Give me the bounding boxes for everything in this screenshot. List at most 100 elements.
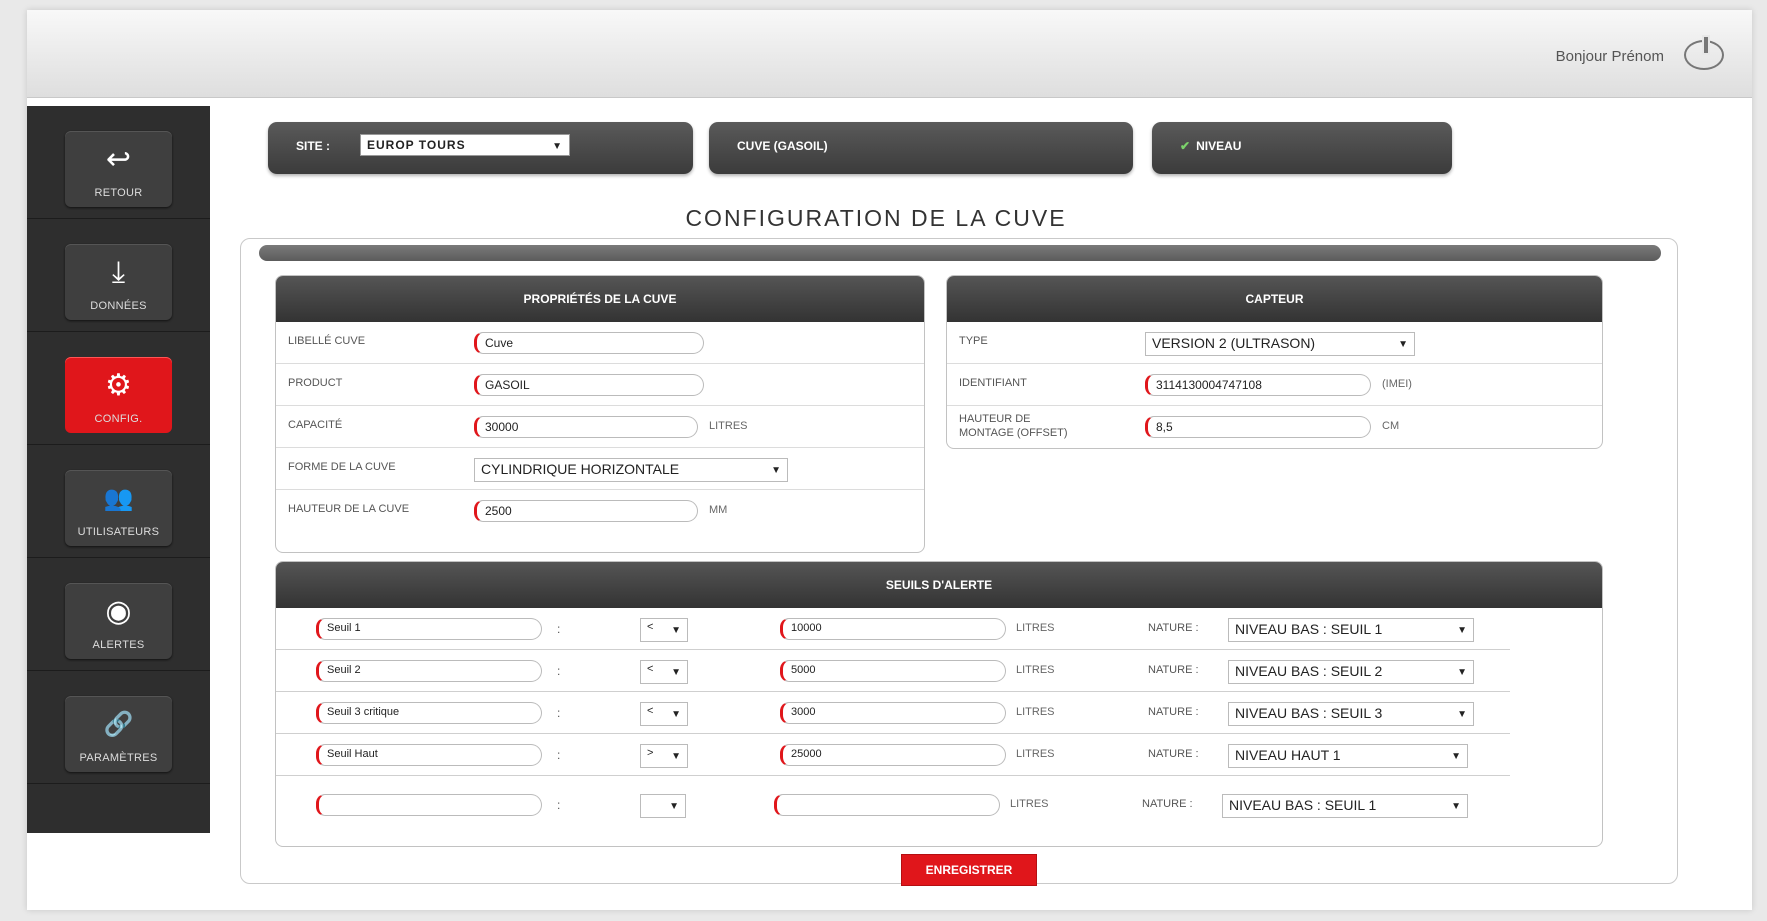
type-select[interactable]: VERSION 2 (ULTRASON) ▼ bbox=[1145, 332, 1415, 356]
nature-label: NATURE : bbox=[1148, 706, 1199, 718]
threshold-unit: LITRES bbox=[1016, 706, 1055, 718]
threshold-operator-select[interactable]: < ▼ bbox=[640, 618, 688, 642]
nature-select[interactable]: NIVEAU HAUT 1 ▼ bbox=[1228, 744, 1468, 768]
threshold-operator-select[interactable]: < ▼ bbox=[640, 702, 688, 726]
threshold-row: Seuil 2 : < ▼ 5000 LITRES NATURE : NIVEAU… bbox=[276, 650, 1510, 692]
level-pill[interactable]: ✔ NIVEAU bbox=[1152, 122, 1452, 174]
back-arrow-icon: ↩ bbox=[105, 143, 132, 176]
nature-select[interactable]: NIVEAU BAS : SEUIL 1 ▼ bbox=[1222, 794, 1468, 818]
sidebar-item-donnees[interactable]: ⤓ DONNÉES bbox=[27, 219, 210, 332]
sidebar-item-label: DONNÉES bbox=[90, 300, 147, 312]
threshold-name-input[interactable]: Seuil 3 critique bbox=[316, 702, 542, 724]
nature-select-value: NIVEAU HAUT 1 bbox=[1235, 747, 1341, 763]
type-label: TYPE bbox=[959, 335, 988, 347]
sidebar-item-retour[interactable]: ↩ RETOUR bbox=[27, 106, 210, 219]
threshold-value-input[interactable] bbox=[774, 794, 1000, 816]
threshold-name-input[interactable] bbox=[316, 794, 542, 816]
threshold-unit: LITRES bbox=[1016, 622, 1055, 634]
nature-select-value: NIVEAU BAS : SEUIL 1 bbox=[1235, 621, 1383, 637]
threshold-operator-value: < bbox=[647, 705, 654, 717]
capacite-input[interactable]: 30000 bbox=[474, 416, 698, 438]
sidebar-item-parametres[interactable]: 🔗 PARAMÈTRES bbox=[27, 671, 210, 784]
threshold-operator-value: < bbox=[647, 621, 654, 633]
threshold-unit: LITRES bbox=[1010, 798, 1049, 810]
offset-label-line-2: MONTAGE (OFFSET) bbox=[959, 427, 1068, 439]
chevron-down-icon: ▼ bbox=[669, 801, 679, 812]
sidebar-item-label: UTILISATEURS bbox=[77, 526, 160, 538]
tank-label: CUVE (GASOIL) bbox=[737, 139, 828, 153]
chevron-down-icon: ▼ bbox=[1398, 339, 1408, 350]
offset-label: HAUTEUR DE MONTAGE (OFFSET) bbox=[959, 412, 1068, 440]
users-icon: 👥 bbox=[103, 485, 134, 512]
nature-label: NATURE : bbox=[1142, 798, 1193, 810]
site-select-value: EUROP TOURS bbox=[367, 138, 466, 152]
forme-label: FORME DE LA CUVE bbox=[288, 461, 396, 473]
nature-select-value: NIVEAU BAS : SEUIL 3 bbox=[1235, 705, 1383, 721]
progress-bar bbox=[259, 245, 1661, 261]
offset-input[interactable]: 8,5 bbox=[1145, 416, 1371, 438]
nature-select-value: NIVEAU BAS : SEUIL 2 bbox=[1235, 663, 1383, 679]
identifiant-label: IDENTIFIANT bbox=[959, 377, 1027, 389]
tank-pill[interactable]: CUVE (GASOIL) bbox=[709, 122, 1133, 174]
identifiant-input[interactable]: 3114130004747108 bbox=[1145, 374, 1371, 396]
threshold-value-input[interactable]: 5000 bbox=[780, 660, 1006, 682]
threshold-operator-select[interactable]: ▼ bbox=[640, 794, 686, 818]
colon-separator: : bbox=[557, 622, 561, 636]
threshold-value-input[interactable]: 3000 bbox=[780, 702, 1006, 724]
chevron-down-icon: ▼ bbox=[1451, 801, 1461, 812]
threshold-operator-select[interactable]: < ▼ bbox=[640, 660, 688, 684]
site-select[interactable]: EUROP TOURS ▼ bbox=[360, 134, 570, 156]
nature-select[interactable]: NIVEAU BAS : SEUIL 1 ▼ bbox=[1228, 618, 1474, 642]
sidebar-item-utilisateurs[interactable]: 👥 UTILISATEURS bbox=[27, 445, 210, 558]
hauteur-input[interactable]: 2500 bbox=[474, 500, 698, 522]
page-title: CONFIGURATION DE LA CUVE bbox=[685, 205, 1067, 231]
product-label: PRODUCT bbox=[288, 377, 343, 389]
forme-select[interactable]: CYLINDRIQUE HORIZONTALE ▼ bbox=[474, 458, 788, 482]
chevron-down-icon: ▼ bbox=[552, 141, 563, 152]
colon-separator: : bbox=[557, 748, 561, 762]
power-icon[interactable] bbox=[1684, 35, 1724, 70]
nature-label: NATURE : bbox=[1148, 748, 1199, 760]
colon-separator: : bbox=[557, 798, 561, 812]
threshold-row-new: : ▼ LITRES NATURE : NIVEAU BAS : SEUIL 1… bbox=[276, 776, 1510, 826]
libelle-row: LIBELLÉ CUVE Cuve bbox=[276, 322, 924, 364]
capacite-label: CAPACITÉ bbox=[288, 419, 343, 431]
product-input[interactable]: GASOIL bbox=[474, 374, 704, 396]
sidebar-item-label: PARAMÈTRES bbox=[79, 752, 158, 764]
threshold-value-input[interactable]: 10000 bbox=[780, 618, 1006, 640]
save-button[interactable]: ENREGISTRER bbox=[901, 854, 1037, 886]
chevron-down-icon: ▼ bbox=[671, 709, 681, 720]
sensor-title: CAPTEUR bbox=[947, 276, 1602, 322]
threshold-name-input[interactable]: Seuil 1 bbox=[316, 618, 542, 640]
chevron-down-icon: ▼ bbox=[1457, 625, 1467, 636]
check-icon: ✔ bbox=[1180, 139, 1191, 153]
sidebar-item-config[interactable]: ⚙ CONFIG. bbox=[27, 332, 210, 445]
chevron-down-icon: ▼ bbox=[771, 465, 781, 476]
alert-thresholds-box: SEUILS D'ALERTE Seuil 1 : < ▼ 10000 LITRE… bbox=[275, 561, 1603, 847]
chevron-down-icon: ▼ bbox=[671, 625, 681, 636]
product-row: PRODUCT GASOIL bbox=[276, 364, 924, 406]
libelle-input[interactable]: Cuve bbox=[474, 332, 704, 354]
nature-select[interactable]: NIVEAU BAS : SEUIL 2 ▼ bbox=[1228, 660, 1474, 684]
nature-select[interactable]: NIVEAU BAS : SEUIL 3 ▼ bbox=[1228, 702, 1474, 726]
hauteur-unit: MM bbox=[709, 504, 728, 516]
threshold-name-input[interactable]: Seuil 2 bbox=[316, 660, 542, 682]
hauteur-row: HAUTEUR DE LA CUVE 2500 MM bbox=[276, 490, 924, 532]
nature-select-value: NIVEAU BAS : SEUIL 1 bbox=[1229, 797, 1377, 813]
offset-label-line-1: HAUTEUR DE bbox=[959, 413, 1031, 425]
config-panel: PROPRIÉTÉS DE LA CUVE LIBELLÉ CUVE Cuve … bbox=[240, 238, 1678, 884]
threshold-unit: LITRES bbox=[1016, 748, 1055, 760]
threshold-name-input[interactable]: Seuil Haut bbox=[316, 744, 542, 766]
nature-label: NATURE : bbox=[1148, 622, 1199, 634]
sidebar-item-alertes[interactable]: ◉ ALERTES bbox=[27, 558, 210, 671]
forme-row: FORME DE LA CUVE CYLINDRIQUE HORIZONTALE… bbox=[276, 448, 924, 490]
download-icon: ⤓ bbox=[111, 256, 126, 289]
chevron-down-icon: ▼ bbox=[1457, 667, 1467, 678]
sidebar-item-label: ALERTES bbox=[92, 639, 145, 651]
nature-label: NATURE : bbox=[1148, 664, 1199, 676]
threshold-value-input[interactable]: 25000 bbox=[780, 744, 1006, 766]
chevron-down-icon: ▼ bbox=[1457, 709, 1467, 720]
threshold-operator-select[interactable]: > ▼ bbox=[640, 744, 688, 768]
alert-thresholds-title: SEUILS D'ALERTE bbox=[276, 562, 1602, 608]
chevron-down-icon: ▼ bbox=[671, 751, 681, 762]
